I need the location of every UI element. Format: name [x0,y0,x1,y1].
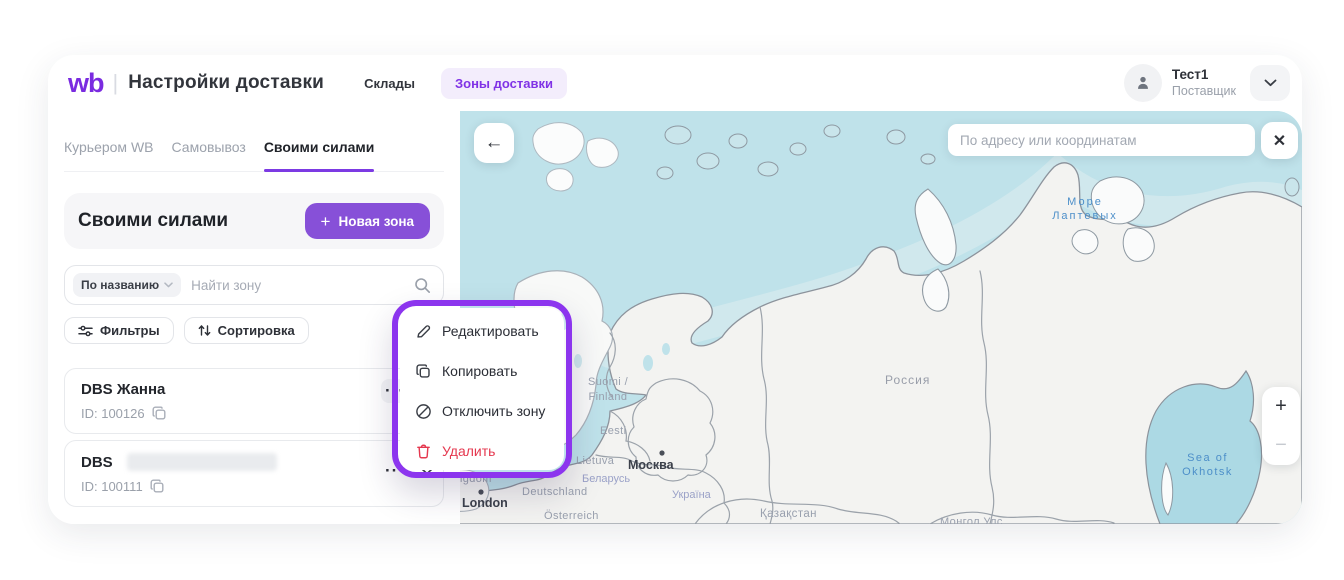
context-menu-highlight: Редактировать Копировать Отключить зону [392,300,572,478]
disable-icon [415,403,432,420]
app-window: wb | Настройки доставки Склады Зоны дост… [48,55,1302,524]
user-info: Тест1 Поставщик [1172,67,1236,100]
sort-label: Сортировка [218,323,295,338]
section-title: Своими силами [78,210,228,232]
chevron-down-icon [1264,79,1277,87]
zoom-in-button[interactable]: + [1262,387,1300,426]
map-geography [460,111,1302,524]
user-role: Поставщик [1172,84,1236,100]
zone-card[interactable]: DBS ID: 100111 ··· [64,440,444,507]
page: wb | Настройки доставки Склады Зоны дост… [0,0,1344,580]
logo-divider: | [113,70,119,96]
map-close-button[interactable]: ✕ [1261,122,1298,159]
sort-button[interactable]: Сортировка [184,317,309,344]
filter-icon [78,325,93,337]
user-block: Тест1 Поставщик [1124,64,1290,102]
filters-button[interactable]: Фильтры [64,317,174,344]
tab-pickup[interactable]: Самовывоз [172,139,246,157]
map-zoom-control: + − [1262,387,1300,465]
menu-item-label: Отключить зону [442,403,545,419]
sort-icon [198,324,211,337]
zone-id-row: ID: 100111 [81,479,429,494]
new-zone-label: Новая зона [338,214,414,229]
zone-title: DBS Жанна [81,381,429,398]
redacted-text [127,453,277,471]
map-back-button[interactable]: ← [474,123,514,163]
search-category-value: По названию [81,278,159,292]
nav-warehouses[interactable]: Склады [352,68,427,99]
tab-own-forces[interactable]: Своими силами [264,139,375,157]
moscow-dot [659,450,664,455]
avatar[interactable] [1124,64,1162,102]
copy-icon[interactable] [150,479,165,494]
zone-id: ID: 100126 [81,406,145,421]
zone-id-row: ID: 100126 [81,406,429,421]
app-header: wb | Настройки доставки Склады Зоны дост… [48,55,1302,111]
section-header: Своими силами + Новая зона [64,193,444,249]
menu-item-edit[interactable]: Редактировать [400,311,564,351]
menu-item-disable-zone[interactable]: Отключить зону [400,391,564,431]
person-icon [1134,74,1152,92]
new-zone-button[interactable]: + Новая зона [305,203,430,239]
copy-icon[interactable] [152,406,167,421]
zone-id: ID: 100111 [81,479,143,494]
zone-title: DBS [81,454,113,471]
plus-icon: + [321,213,331,230]
zone-searchbar: По названию [64,265,444,305]
zone-search-input[interactable] [191,278,404,293]
menu-item-label: Редактировать [442,323,539,339]
user-name: Тест1 [1172,67,1236,84]
list-controls: Фильтры Сортировка [64,317,444,344]
user-menu-button[interactable] [1250,65,1290,101]
menu-item-label: Копировать [442,363,517,379]
zone-list: DBS Жанна ID: 100126 ··· [64,368,444,507]
zone-context-menu: Редактировать Копировать Отключить зону [400,308,564,470]
app-title: Настройки доставки [128,72,324,94]
search-icon[interactable] [414,277,431,294]
london-dot [478,489,483,494]
filters-label: Фильтры [100,323,160,338]
menu-item-copy[interactable]: Копировать [400,351,564,391]
map-search-input[interactable] [948,124,1255,156]
zoom-out-button[interactable]: − [1262,426,1300,465]
zone-title-row: DBS [81,453,429,471]
zone-card[interactable]: DBS Жанна ID: 100126 ··· [64,368,444,434]
menu-item-label: Удалить [442,443,495,459]
menu-item-delete[interactable]: Удалить [400,431,564,471]
header-nav: Склады Зоны доставки [352,68,567,99]
tab-courier-wb[interactable]: Курьером WB [64,139,154,157]
pencil-icon [415,323,432,340]
delivery-type-tabs: Курьером WB Самовывоз Своими силами [64,139,444,172]
search-category-select[interactable]: По названию [73,273,181,297]
trash-icon [415,443,432,460]
wb-logo: wb [68,70,104,97]
chevron-down-icon [164,282,173,288]
copy-icon [415,363,432,380]
map-canvas[interactable]: Море Лаптевых Sea of Okhotsk Россия Suom… [460,111,1302,524]
nav-delivery-zones[interactable]: Зоны доставки [441,68,567,99]
